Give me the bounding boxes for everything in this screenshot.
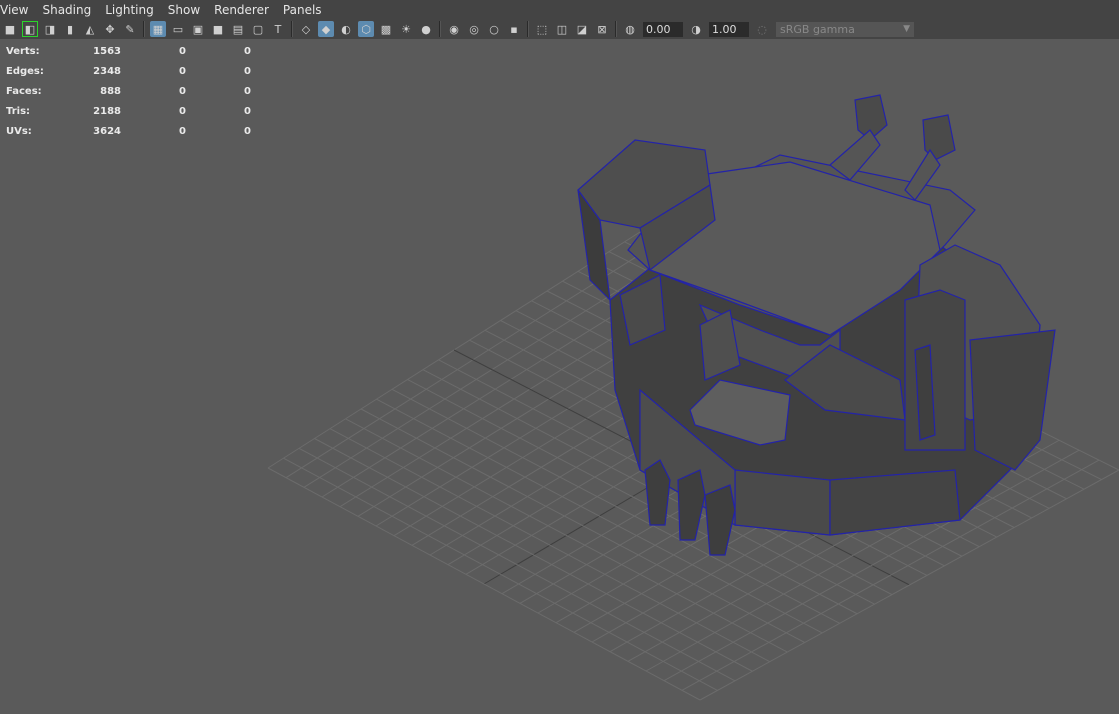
textured-icon[interactable]: ▩: [378, 21, 394, 37]
safe-title-icon[interactable]: T: [270, 21, 286, 37]
hud-label: Faces:: [6, 85, 42, 97]
panel-toolbar: ■ ◧ ◨ ▮ ◭ ✥ ✎ ▦ ▭ ▣ ■ ▤ ▢ T ◇ ◆ ◐ ⬡ ▩ ☀ …: [0, 19, 1119, 39]
grid-icon[interactable]: ▦: [150, 21, 166, 37]
smooth-shade-icon[interactable]: ◆: [318, 21, 334, 37]
hud-label: Edges:: [6, 65, 44, 77]
resolution-gate-icon[interactable]: ▣: [190, 21, 206, 37]
xray-joints-icon[interactable]: ⊠: [594, 21, 610, 37]
hud-value: 1563: [93, 45, 121, 57]
image-plane-icon[interactable]: ◭: [82, 21, 98, 37]
mesh-face: [969, 329, 1056, 471]
gamma-field[interactable]: 1.00: [709, 21, 749, 37]
toolbar-separator: [143, 21, 145, 37]
menu-shading[interactable]: Shading: [35, 3, 98, 17]
toolbar-separator: [291, 21, 293, 37]
mesh-face: [829, 469, 961, 536]
safe-action-icon[interactable]: ▢: [250, 21, 266, 37]
hud-value: 0: [244, 105, 251, 117]
select-camera-icon[interactable]: ◧: [22, 21, 38, 37]
bookmark-icon[interactable]: ▮: [62, 21, 78, 37]
camera-icon[interactable]: ■: [2, 21, 18, 37]
menu-panels[interactable]: Panels: [276, 3, 329, 17]
color-space-label: sRGB gamma: [780, 22, 855, 36]
menu-renderer[interactable]: Renderer: [207, 3, 276, 17]
hud-value: 0: [179, 125, 186, 137]
film-gate-icon[interactable]: ▭: [170, 21, 186, 37]
mesh-face: [704, 484, 736, 556]
hud-value: 2348: [93, 65, 121, 77]
default-material-icon[interactable]: ◐: [338, 21, 354, 37]
hud-value: 0: [244, 85, 251, 97]
toolbar-separator: [439, 21, 441, 37]
hud-label: Verts:: [6, 45, 40, 57]
gate-mask-icon[interactable]: ■: [210, 21, 226, 37]
hud-row-tris: Tris: 2188 0 0: [6, 101, 251, 121]
viewport-menubar: View Shading Lighting Show Renderer Pane…: [0, 0, 1119, 19]
hud-label: Tris:: [6, 105, 31, 117]
xray-active-icon[interactable]: ◪: [574, 21, 590, 37]
hud-label: UVs:: [6, 125, 32, 137]
wireframe-icon[interactable]: ◇: [298, 21, 314, 37]
hud-value: 888: [100, 85, 121, 97]
hud-row-uvs: UVs: 3624 0 0: [6, 121, 251, 141]
toolbar-separator: [615, 21, 617, 37]
field-chart-icon[interactable]: ▤: [230, 21, 246, 37]
isolate-select-icon[interactable]: ⬚: [534, 21, 550, 37]
poly-count-hud: Verts: 1563 0 0 Edges: 2348 0 0 Faces: 8…: [6, 41, 251, 141]
mesh-face: [734, 469, 831, 536]
gamma-icon[interactable]: ◑: [688, 21, 704, 37]
use-all-lights-icon[interactable]: ☀: [398, 21, 414, 37]
mesh-face: [677, 469, 706, 541]
hud-value: 0: [179, 105, 186, 117]
hud-value: 0: [244, 125, 251, 137]
hud-value: 0: [179, 85, 186, 97]
hud-row-verts: Verts: 1563 0 0: [6, 41, 251, 61]
hud-row-edges: Edges: 2348 0 0: [6, 61, 251, 81]
menu-lighting[interactable]: Lighting: [98, 3, 161, 17]
hud-row-faces: Faces: 888 0 0: [6, 81, 251, 101]
2d-pan-icon[interactable]: ✥: [102, 21, 118, 37]
exposure-icon[interactable]: ◍: [622, 21, 638, 37]
screen-space-ao-icon[interactable]: ◉: [446, 21, 462, 37]
toolbar-separator: [527, 21, 529, 37]
hud-value: 0: [244, 45, 251, 57]
grease-pencil-icon[interactable]: ✎: [122, 21, 138, 37]
depth-of-field-icon[interactable]: ▪: [506, 21, 522, 37]
hud-value: 0: [179, 65, 186, 77]
menu-show[interactable]: Show: [161, 3, 207, 17]
hud-value: 2188: [93, 105, 121, 117]
mesh-model: [577, 94, 1056, 556]
camera-attr-icon[interactable]: ◨: [42, 21, 58, 37]
chevron-down-icon: ▼: [903, 24, 910, 34]
multisample-aa-icon[interactable]: ○: [486, 21, 502, 37]
color-space-select[interactable]: sRGB gamma ▼: [776, 21, 914, 37]
xray-icon[interactable]: ◫: [554, 21, 570, 37]
hud-value: 0: [179, 45, 186, 57]
wireframe-on-shaded-icon[interactable]: ⬡: [358, 21, 374, 37]
shadows-icon[interactable]: ●: [418, 21, 434, 37]
hud-value: 0: [244, 65, 251, 77]
color-management-icon[interactable]: ◌: [754, 21, 770, 37]
menu-view[interactable]: View: [0, 3, 35, 17]
exposure-field[interactable]: 0.00: [643, 21, 683, 37]
hud-value: 3624: [93, 125, 121, 137]
motion-blur-icon[interactable]: ◎: [466, 21, 482, 37]
